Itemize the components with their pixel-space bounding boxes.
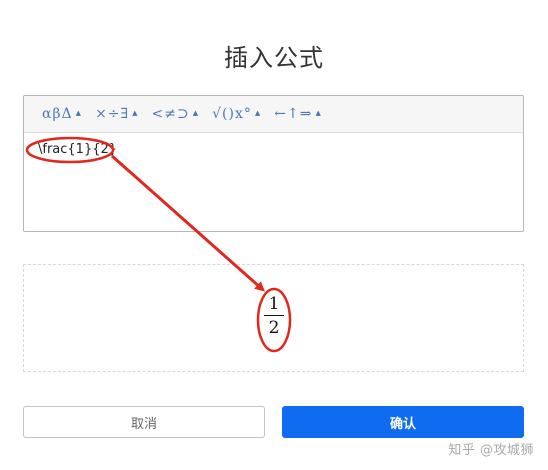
relations-dropdown[interactable]: <≠⊃ ▲ <box>152 106 199 122</box>
insert-formula-dialog: 插入公式 αβΔ ▲ ×÷∃ ▲ <≠⊃ ▲ √()x° ▲ ←↑⇒ ▲ \fr… <box>0 0 548 470</box>
caret-up-icon: ▲ <box>254 109 261 117</box>
rendered-fraction: 1 2 <box>262 294 286 338</box>
fraction-numerator: 1 <box>268 294 280 314</box>
greek-letters-label: αβΔ <box>42 106 73 122</box>
caret-up-icon: ▲ <box>315 109 321 117</box>
latex-input[interactable]: \frac{1}{2} <box>38 142 508 222</box>
structures-dropdown[interactable]: √()x° ▲ <box>212 106 260 122</box>
dialog-title: 插入公式 <box>224 44 324 72</box>
caret-up-icon: ▲ <box>75 109 82 117</box>
fraction-denominator: 2 <box>268 318 280 338</box>
arrows-label: ←↑⇒ <box>274 106 313 122</box>
formula-editor: αβΔ ▲ ×÷∃ ▲ <≠⊃ ▲ √()x° ▲ ←↑⇒ ▲ \frac{1}… <box>23 95 524 232</box>
fraction-bar <box>264 315 284 316</box>
operators-label: ×÷∃ <box>95 106 130 122</box>
caret-up-icon: ▲ <box>132 109 138 117</box>
symbol-toolbar: αβΔ ▲ ×÷∃ ▲ <≠⊃ ▲ √()x° ▲ ←↑⇒ ▲ <box>24 96 523 133</box>
relations-label: <≠⊃ <box>151 106 190 122</box>
caret-up-icon: ▲ <box>192 109 199 117</box>
operators-dropdown[interactable]: ×÷∃ ▲ <box>95 106 137 122</box>
watermark: 知乎 @攻城狮 <box>448 443 534 458</box>
structures-label: √()x° <box>212 106 252 122</box>
arrows-dropdown[interactable]: ←↑⇒ ▲ <box>274 106 321 122</box>
greek-letters-dropdown[interactable]: αβΔ ▲ <box>42 106 81 122</box>
confirm-button[interactable]: 确认 <box>282 406 524 438</box>
cancel-button[interactable]: 取消 <box>23 406 265 438</box>
